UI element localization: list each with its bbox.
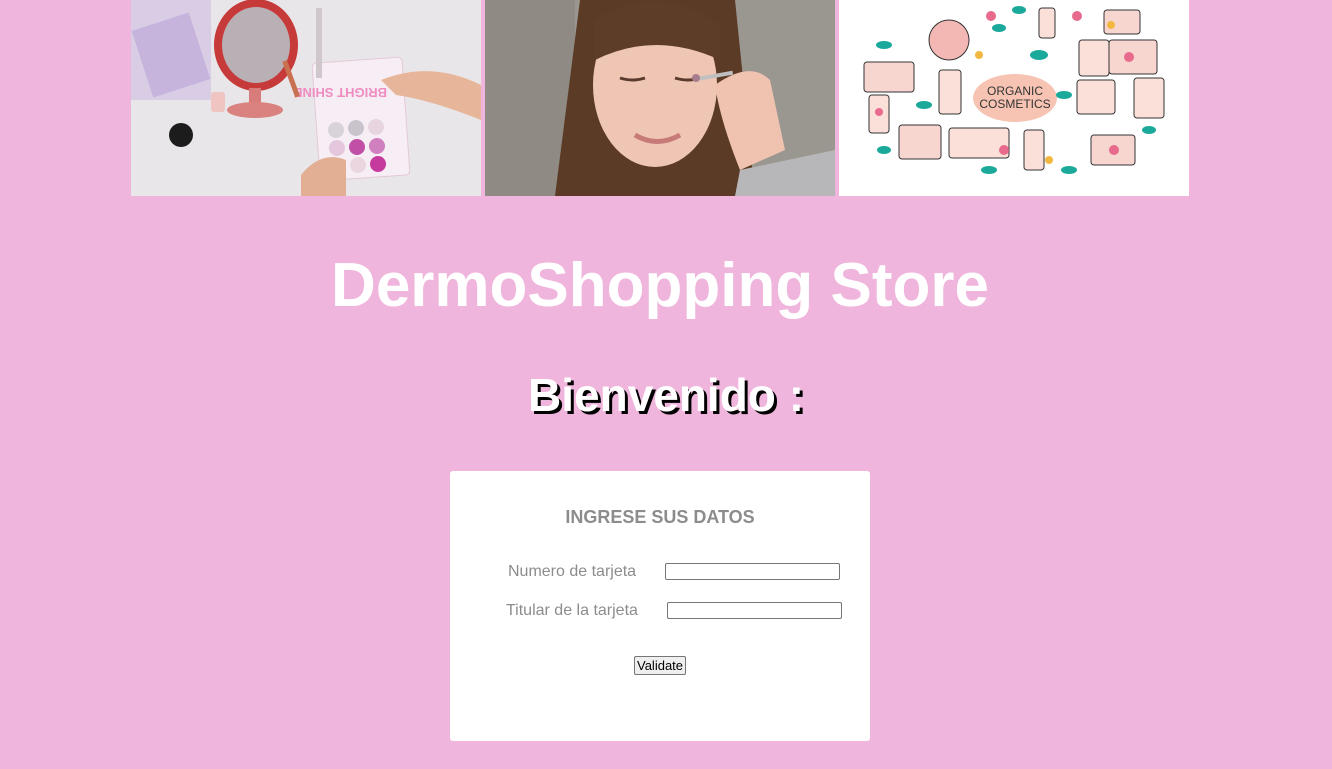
card-holder-input[interactable] bbox=[667, 602, 842, 619]
card-number-input[interactable] bbox=[665, 563, 840, 580]
card-number-label: Numero de tarjeta bbox=[508, 563, 637, 580]
palette-brand-text: BRIGHT SHINE bbox=[294, 85, 388, 100]
welcome-heading: Bienvenido : bbox=[527, 369, 805, 421]
organic-text: ORGANIC bbox=[987, 84, 1043, 98]
card-form-panel: INGRESE SUS DATOS Numero de tarjeta Titu… bbox=[450, 471, 870, 741]
woman-makeup-image bbox=[485, 0, 835, 196]
makeup-palette-image: BRIGHT SHINE bbox=[131, 0, 481, 196]
card-holder-label: Titular de la tarjeta bbox=[506, 602, 638, 619]
store-title: DermoShopping Store bbox=[331, 251, 989, 320]
organic-cosmetics-image: ORGANIC COSMETICS bbox=[839, 0, 1189, 196]
cosmetics-text: COSMETICS bbox=[979, 97, 1050, 111]
validate-button[interactable]: Validate bbox=[634, 656, 687, 675]
form-title: INGRESE SUS DATOS bbox=[565, 507, 755, 527]
image-banner: BRIGHT SHINE ORGANIC COSMETICS bbox=[131, 0, 1189, 196]
